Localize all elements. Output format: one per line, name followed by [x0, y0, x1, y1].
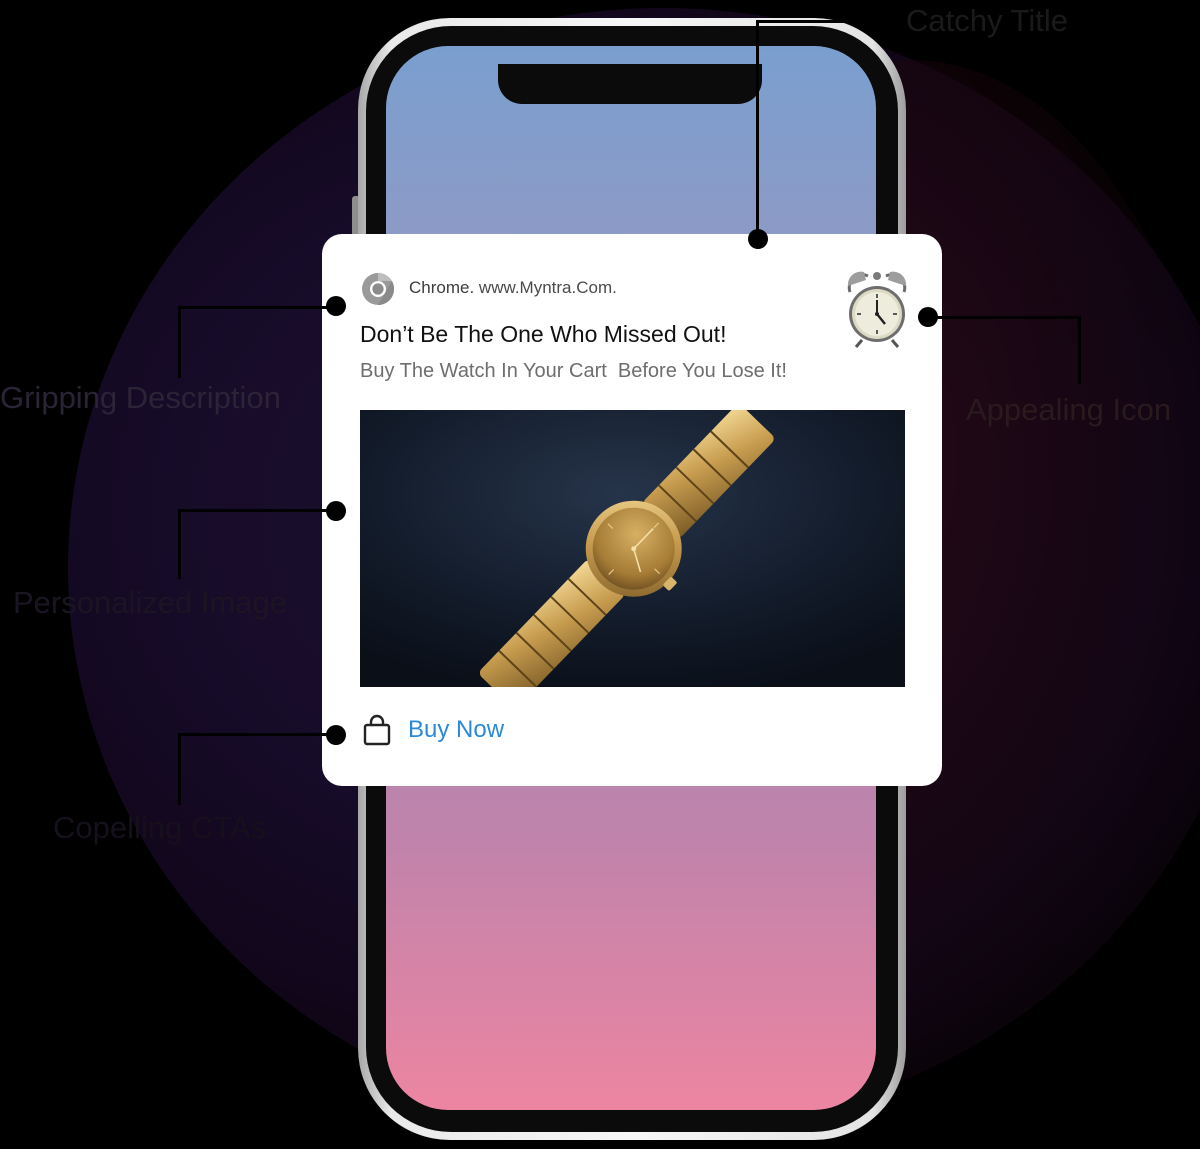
- push-notification-card[interactable]: Chrome. www.Myntra.Com. Don’t Be The One…: [322, 234, 942, 786]
- notification-description: Buy The Watch In Your Cart Before You Lo…: [360, 360, 787, 382]
- description-connector-line: [178, 306, 338, 309]
- callout-personalized-image: Personalized Image: [13, 585, 287, 620]
- icon-connector-vertical: [1078, 316, 1081, 384]
- alarm-clock-icon: [847, 271, 907, 348]
- cta-connector-line: [178, 733, 338, 736]
- image-connector-line: [178, 509, 338, 512]
- callout-gripping-description: Gripping Description: [0, 380, 281, 415]
- shopping-bag-icon: [363, 714, 391, 746]
- title-connector-line: [756, 20, 759, 238]
- notification-url: www.Myntra.Com.: [478, 278, 617, 297]
- chrome-icon: [362, 272, 395, 306]
- buy-now-button[interactable]: Buy Now: [362, 712, 504, 748]
- gold-watch-image: [360, 410, 905, 687]
- product-image[interactable]: [360, 410, 905, 687]
- notification-title: Don’t Be The One Who Missed Out!: [360, 321, 727, 347]
- notification-app-name: Chrome.: [409, 278, 475, 297]
- image-marker-dot: [326, 501, 346, 521]
- icon-marker-dot: [918, 307, 938, 327]
- image-connector-vertical: [178, 509, 181, 579]
- description-connector-vertical: [178, 306, 181, 378]
- callout-appealing-icon: Appealing Icon: [966, 392, 1172, 427]
- infographic-canvas: Chrome. www.Myntra.Com. Don’t Be The One…: [0, 0, 1200, 1149]
- callout-catchy-title: Catchy Title: [906, 3, 1068, 38]
- description-marker-dot: [326, 296, 346, 316]
- title-connector-line-horizontal: [756, 20, 856, 23]
- cta-connector-vertical: [178, 733, 181, 805]
- phone-notch: [498, 64, 762, 104]
- icon-connector-line: [928, 316, 1081, 319]
- callout-compelling-ctas: Copelling CTAs: [53, 810, 267, 845]
- buy-now-label: Buy Now: [408, 716, 505, 743]
- title-marker-dot: [748, 229, 768, 249]
- cta-marker-dot: [326, 725, 346, 745]
- notification-source: Chrome. www.Myntra.Com.: [409, 278, 617, 298]
